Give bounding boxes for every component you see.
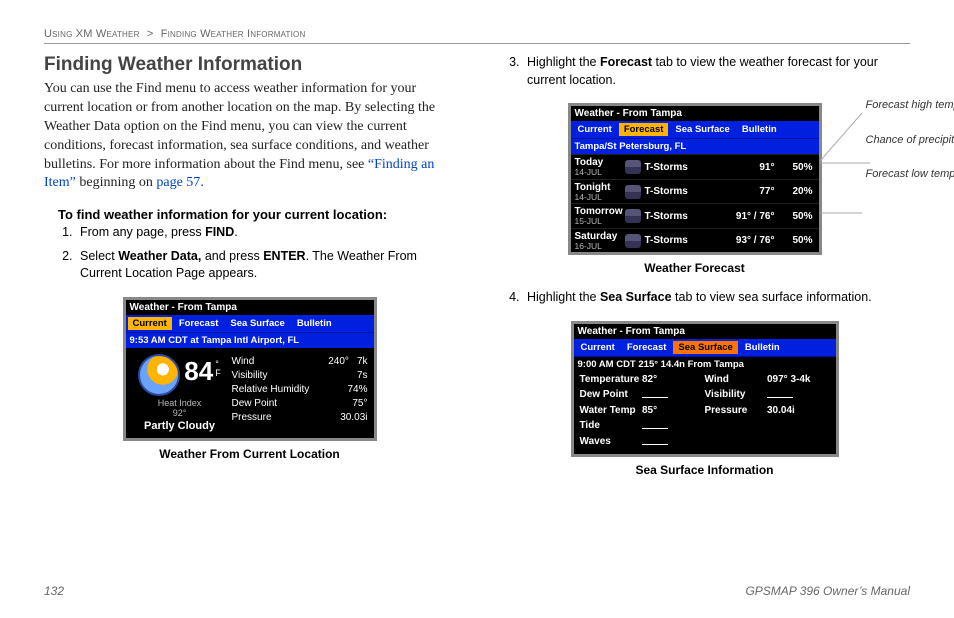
breadcrumb-sep: >: [147, 28, 154, 40]
storm-icon: [625, 160, 641, 174]
temp-f: F: [215, 368, 221, 378]
current-data-row: Wind240°7k: [232, 356, 368, 367]
step3-b: Forecast: [600, 55, 652, 69]
current-data-row: Dew Point75°: [232, 398, 368, 409]
step2-c: and press: [201, 249, 263, 263]
device-current-tabs: Current Forecast Sea Surface Bulletin: [126, 315, 374, 332]
forecast-row: Tomorrow15-JUL T-Storms 91° / 76° 50%: [571, 203, 819, 228]
breadcrumb-sub: Finding Weather Information: [161, 28, 306, 40]
page-number: 132: [44, 584, 64, 598]
breadcrumb-section: Using XM Weather: [44, 28, 140, 40]
device-forecast-subbar: Tampa/St Petersburg, FL: [571, 138, 819, 154]
step4-b: Sea Surface: [600, 290, 672, 304]
forecast-row: Saturday16-JUL T-Storms 93° / 76° 50%: [571, 228, 819, 253]
device-forecast: Weather - From Tampa Current Forecast Se…: [568, 103, 822, 255]
forecast-row: Tonight14-JUL T-Storms 77° 20%: [571, 179, 819, 204]
device-forecast-tabs: Current Forecast Sea Surface Bulletin: [571, 121, 819, 138]
manual-title: GPSMAP 396 Owner’s Manual: [745, 584, 910, 598]
tab-sea-surface[interactable]: Sea Surface: [673, 341, 737, 354]
tab-forecast[interactable]: Forecast: [174, 317, 224, 330]
page-title: Finding Weather Information: [44, 54, 455, 76]
heat-index-value: 92°: [173, 408, 187, 418]
caption-forecast: Weather Forecast: [479, 261, 910, 275]
caption-current: Weather From Current Location: [44, 447, 455, 461]
forecast-row: Today14-JUL T-Storms 91° 50%: [571, 154, 819, 179]
breadcrumb: Using XM Weather > Finding Weather Infor…: [44, 28, 910, 44]
callout-precip: Chance of precipitation: [866, 134, 954, 147]
tab-bulletin[interactable]: Bulletin: [740, 341, 785, 354]
device-sea-surface: Weather - From Tampa Current Forecast Se…: [571, 321, 839, 457]
tab-bulletin[interactable]: Bulletin: [292, 317, 337, 330]
weather-icon: [138, 354, 180, 396]
sea-surface-row: Water Temp85°Pressure30.04i: [574, 403, 836, 418]
step2-d: ENTER: [263, 249, 305, 263]
device-sea-tabs: Current Forecast Sea Surface Bulletin: [574, 339, 836, 356]
step4-a: Highlight the: [527, 290, 600, 304]
step1-c: .: [234, 225, 237, 239]
page-footer: 132 GPSMAP 396 Owner’s Manual: [44, 584, 910, 598]
device-forecast-title: Weather - From Tampa: [571, 106, 819, 121]
steps-list-right-1: Highlight the Forecast tab to view the w…: [523, 54, 910, 89]
tab-sea-surface[interactable]: Sea Surface: [225, 317, 289, 330]
current-temp: 84: [184, 356, 213, 387]
storm-icon: [625, 234, 641, 248]
step-3: Highlight the Forecast tab to view the w…: [523, 54, 910, 89]
step-4: Highlight the Sea Surface tab to view se…: [523, 289, 910, 307]
sea-surface-row: Temperature82°Wind097° 3-4k: [574, 372, 836, 387]
tab-forecast[interactable]: Forecast: [622, 341, 672, 354]
callout-low-temp: Forecast low temperature: [866, 168, 954, 181]
left-column: Finding Weather Information You can use …: [44, 54, 455, 477]
sea-surface-row: Dew PointVisibility: [574, 387, 836, 403]
device-current-title: Weather - From Tampa: [126, 300, 374, 315]
current-condition: Partly Cloudy: [144, 420, 215, 432]
sub-heading: To find weather information for your cur…: [58, 207, 455, 222]
device-sea-subbar: 9:00 AM CDT 215° 14.4n From Tampa: [574, 356, 836, 372]
tab-bulletin[interactable]: Bulletin: [737, 123, 782, 136]
step2-b: Weather Data,: [118, 249, 201, 263]
step-1: From any page, press FIND.: [76, 224, 455, 242]
intro-mid: beginning on: [76, 175, 157, 190]
steps-list-right-2: Highlight the Sea Surface tab to view se…: [523, 289, 910, 307]
step1-a: From any page, press: [80, 225, 205, 239]
step1-b: FIND: [205, 225, 234, 239]
tab-current[interactable]: Current: [128, 317, 172, 330]
heat-index-label: Heat Index: [158, 398, 202, 408]
intro-paragraph: You can use the Find menu to access weat…: [44, 80, 455, 193]
callout-high-temp: Forecast high temperature: [866, 99, 954, 112]
step3-a: Highlight the: [527, 55, 600, 69]
sea-surface-row: Tide: [574, 418, 836, 434]
link-page-57[interactable]: page 57: [156, 175, 200, 190]
tab-current[interactable]: Current: [573, 123, 617, 136]
tab-sea-surface[interactable]: Sea Surface: [670, 123, 734, 136]
current-data-row: Pressure30.03i: [232, 412, 368, 423]
current-data-row: Visibility7s: [232, 370, 368, 381]
device-current-subbar: 9:53 AM CDT at Tampa Intl Airport, FL: [126, 332, 374, 348]
tab-forecast[interactable]: Forecast: [619, 123, 669, 136]
step-2: Select Weather Data, and press ENTER. Th…: [76, 248, 455, 283]
tab-current[interactable]: Current: [576, 341, 620, 354]
device-sea-title: Weather - From Tampa: [574, 324, 836, 339]
steps-list-left: From any page, press FIND. Select Weathe…: [76, 224, 455, 283]
step4-c: tab to view sea surface information.: [672, 290, 872, 304]
intro-end: .: [200, 175, 204, 190]
device-current: Weather - From Tampa Current Forecast Se…: [123, 297, 377, 441]
right-column: Highlight the Forecast tab to view the w…: [499, 54, 910, 477]
caption-sea: Sea Surface Information: [499, 463, 910, 477]
sea-surface-row: Waves: [574, 434, 836, 450]
step2-a: Select: [80, 249, 118, 263]
storm-icon: [625, 209, 641, 223]
current-data-row: Relative Humidity74%: [232, 384, 368, 395]
storm-icon: [625, 185, 641, 199]
